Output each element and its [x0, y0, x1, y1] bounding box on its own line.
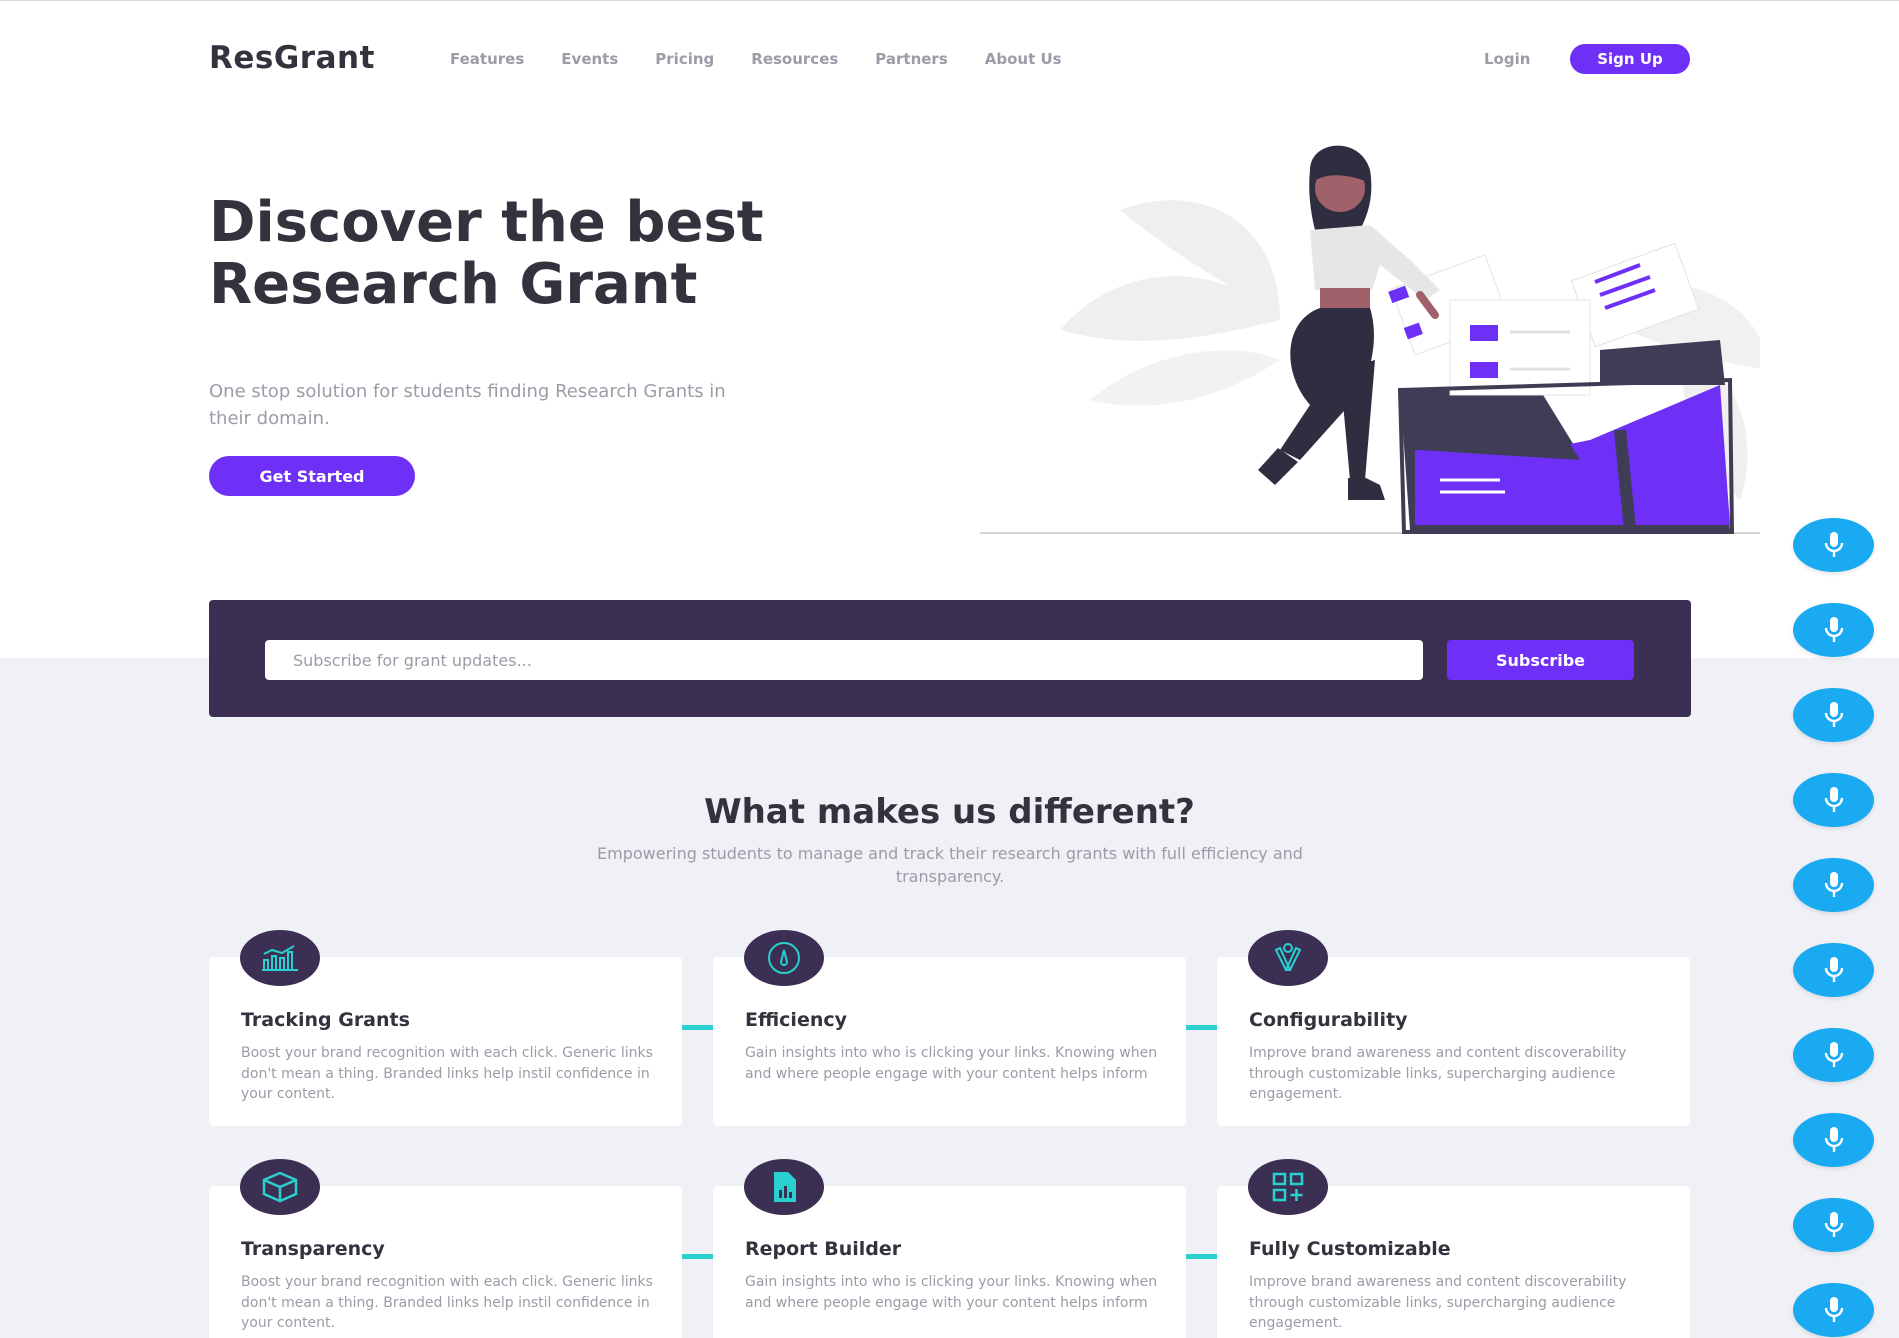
nav-link-events[interactable]: Events	[561, 50, 618, 68]
signup-button[interactable]: Sign Up	[1570, 44, 1690, 74]
nav-link-features[interactable]: Features	[450, 50, 524, 68]
card-connector	[682, 1254, 714, 1259]
cube-icon	[240, 1159, 320, 1215]
feature-card: Tracking Grants Boost your brand recogni…	[209, 930, 682, 1126]
mic-button[interactable]	[1793, 603, 1874, 657]
microphone-icon	[1822, 1125, 1846, 1155]
features-title: What makes us different?	[704, 792, 1195, 832]
features-subtitle: Empowering students to manage and track …	[597, 844, 1303, 886]
feature-card: Configurability Improve brand awareness …	[1217, 930, 1690, 1126]
feature-card-title: Report Builder	[745, 1238, 902, 1260]
feature-card-text: Boost your brand recognition with each c…	[241, 1045, 653, 1102]
hero-illustration	[980, 145, 1760, 534]
top-border	[0, 0, 1899, 1]
mic-button[interactable]	[1793, 773, 1874, 827]
grid-add-icon	[1248, 1159, 1328, 1215]
card-connector	[682, 1025, 714, 1030]
nav-link-pricing[interactable]: Pricing	[655, 50, 714, 68]
mic-button[interactable]	[1793, 1283, 1874, 1337]
card-connector	[1186, 1254, 1218, 1259]
hero-subtitle: One stop solution for students finding R…	[209, 381, 726, 429]
subscribe-email-input[interactable]	[265, 640, 1423, 680]
feature-card: Fully Customizable Improve brand awarene…	[1217, 1159, 1690, 1338]
feature-card-title: Transparency	[241, 1238, 385, 1260]
feature-card-title: Tracking Grants	[241, 1009, 410, 1031]
feature-card-title: Configurability	[1249, 1009, 1408, 1031]
microphone-icon	[1822, 1040, 1846, 1070]
feature-card-text: Gain insights into who is clicking your …	[745, 1045, 1158, 1082]
feature-card-title: Fully Customizable	[1249, 1238, 1451, 1260]
feature-card: Transparency Boost your brand recognitio…	[209, 1159, 682, 1338]
microphone-icon	[1822, 1295, 1846, 1325]
card-connector	[1186, 1025, 1218, 1030]
nav-link-partners[interactable]: Partners	[875, 50, 947, 68]
report-icon	[744, 1159, 824, 1215]
feature-card: Report Builder Gain insights into who is…	[713, 1159, 1186, 1338]
mic-button[interactable]	[1793, 1198, 1874, 1252]
tools-icon	[1248, 930, 1328, 986]
microphone-icon	[1822, 870, 1846, 900]
nav-link-resources[interactable]: Resources	[751, 50, 838, 68]
hero-title: Discover the best Research Grant	[209, 190, 764, 317]
feature-card-text: Boost your brand recognition with each c…	[241, 1274, 653, 1331]
logo[interactable]: ResGrant	[209, 40, 375, 76]
login-link[interactable]: Login	[1484, 50, 1530, 68]
main-nav: Features Events Pricing Resources Partne…	[450, 50, 1099, 68]
microphone-icon	[1822, 1210, 1846, 1240]
subscribe-panel: Subscribe	[209, 600, 1691, 717]
chart-icon	[240, 930, 320, 986]
mic-button[interactable]	[1793, 688, 1874, 742]
feature-card-text: Improve brand awareness and content disc…	[1249, 1045, 1627, 1102]
feature-card: Efficiency Gain insights into who is cli…	[713, 930, 1186, 1126]
mic-button[interactable]	[1793, 1028, 1874, 1082]
microphone-icon	[1822, 615, 1846, 645]
feature-card-text: Improve brand awareness and content disc…	[1249, 1274, 1627, 1331]
nav-link-about[interactable]: About Us	[985, 50, 1062, 68]
microphone-icon	[1822, 700, 1846, 730]
feature-card-text: Gain insights into who is clicking your …	[745, 1274, 1158, 1311]
mic-button[interactable]	[1793, 943, 1874, 997]
microphone-icon	[1822, 530, 1846, 560]
mic-button[interactable]	[1793, 518, 1874, 572]
microphone-icon	[1822, 955, 1846, 985]
subscribe-button[interactable]: Subscribe	[1447, 640, 1634, 680]
get-started-button[interactable]: Get Started	[209, 456, 415, 496]
mic-button[interactable]	[1793, 1113, 1874, 1167]
feature-card-title: Efficiency	[745, 1009, 848, 1031]
mic-button[interactable]	[1793, 858, 1874, 912]
microphone-icon	[1822, 785, 1846, 815]
gauge-icon	[744, 930, 824, 986]
